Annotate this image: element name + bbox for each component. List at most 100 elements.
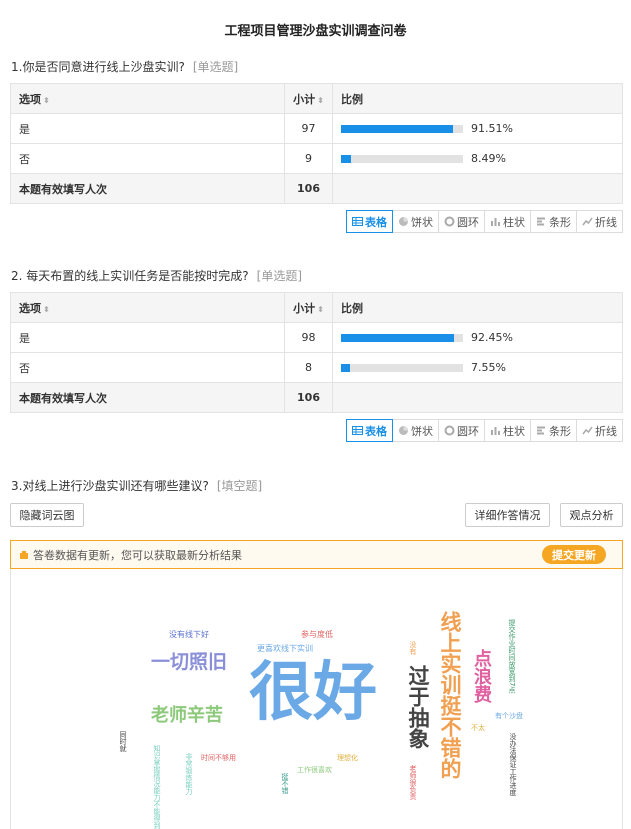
bar-chart-icon bbox=[537, 217, 545, 226]
count-header[interactable]: 小计 ⬍ bbox=[284, 83, 333, 114]
table-icon bbox=[352, 217, 363, 226]
column-chart-icon bbox=[491, 427, 500, 435]
cloud-word: 老师很负责 bbox=[409, 765, 417, 800]
cloud-word: 没有线下好 bbox=[169, 630, 209, 639]
cloud-word: 没办法保证工作进度 bbox=[509, 733, 517, 796]
cloud-word: 一切照旧 bbox=[151, 651, 228, 673]
cloud-word: 时间不够用 bbox=[201, 754, 236, 762]
cloud-word: 更喜欢线下实训 bbox=[257, 644, 313, 653]
count-cell: 9 bbox=[284, 143, 333, 174]
cloud-word: 线上实训挺不错的 bbox=[438, 611, 462, 779]
progress-bar bbox=[341, 124, 463, 133]
view-donut-button[interactable]: 圆环 bbox=[438, 210, 485, 233]
question-2-text: 2. 每天布置的线上实训任务是否能按时完成? bbox=[11, 269, 249, 283]
table-row: 是 97 91.51% bbox=[10, 113, 623, 144]
cloud-word: 没有 bbox=[409, 641, 417, 655]
total-count: 106 bbox=[284, 382, 333, 413]
cloud-word: 同时就 bbox=[119, 731, 127, 752]
question-1-text: 1.你是否同意进行线上沙盘实训? bbox=[11, 60, 185, 74]
view-pie-button[interactable]: 饼状 bbox=[392, 419, 439, 442]
table-row: 是 98 92.45% bbox=[10, 322, 623, 353]
cloud-word: 有个沙盘 bbox=[495, 712, 523, 720]
progress-bar bbox=[341, 333, 463, 342]
update-notice: 答卷数据有更新，您可以获取最新分析结果 提交更新 bbox=[10, 540, 623, 569]
cloud-word: 非常锻炼能力 bbox=[185, 753, 193, 795]
question-1-title: 1.你是否同意进行线上沙盘实训? [单选题] bbox=[11, 58, 238, 75]
question-2-title: 2. 每天布置的线上实训任务是否能按时完成? [单选题] bbox=[11, 267, 302, 284]
pie-icon bbox=[399, 217, 408, 226]
donut-icon bbox=[444, 216, 455, 227]
total-count: 106 bbox=[284, 173, 333, 204]
pie-icon bbox=[399, 426, 408, 435]
count-cell: 98 bbox=[284, 322, 333, 353]
view-pie-button[interactable]: 饼状 bbox=[392, 210, 439, 233]
ratio-header: 比例 bbox=[332, 83, 623, 114]
submit-update-button[interactable]: 提交更新 bbox=[542, 545, 606, 564]
question-3-text: 3.对线上进行沙盘实训还有哪些建议? bbox=[11, 479, 209, 493]
notice-text: 答卷数据有更新，您可以获取最新分析结果 bbox=[33, 548, 242, 562]
total-row: 本题有效填写人次 106 bbox=[10, 382, 623, 413]
percent-label: 7.55% bbox=[471, 361, 506, 374]
cloud-word: 很好 bbox=[249, 656, 377, 730]
view-bar-button[interactable]: 条形 bbox=[530, 210, 577, 233]
percent-label: 92.45% bbox=[471, 331, 513, 344]
cloud-word: 提交作业时间放宽到7点 bbox=[508, 619, 516, 694]
view-column-button[interactable]: 柱状 bbox=[484, 210, 531, 233]
table-row: 否 8 7.55% bbox=[10, 352, 623, 383]
option-header[interactable]: 选项 ⬍ bbox=[10, 292, 285, 323]
view-table-button[interactable]: 表格 bbox=[346, 210, 393, 233]
cloud-word: 知识掌握情况能力不能得到 bbox=[153, 745, 161, 829]
percent-label: 91.51% bbox=[471, 122, 513, 135]
question-2-type: [单选题] bbox=[256, 269, 303, 283]
cloud-word: 不太 bbox=[471, 724, 485, 732]
view-switcher: 表格 饼状 圆环 柱状 条形 折线 bbox=[346, 210, 623, 233]
sort-icon[interactable]: ⬍ bbox=[43, 305, 50, 314]
cloud-word: 理想化 bbox=[337, 754, 358, 762]
option-header[interactable]: 选项 ⬍ bbox=[10, 83, 285, 114]
total-row: 本题有效填写人次 106 bbox=[10, 173, 623, 204]
total-label: 本题有效填写人次 bbox=[10, 382, 285, 413]
view-switcher: 表格 饼状 圆环 柱状 条形 折线 bbox=[346, 419, 623, 442]
view-table-button[interactable]: 表格 bbox=[346, 419, 393, 442]
sort-icon[interactable]: ⬍ bbox=[317, 96, 324, 105]
cloud-word: 工作很喜欢 bbox=[297, 766, 332, 774]
page-title: 工程项目管理沙盘实训调查问卷 bbox=[224, 24, 407, 39]
count-header[interactable]: 小计 ⬍ bbox=[284, 292, 333, 323]
ratio-cell: 91.51% bbox=[332, 113, 623, 144]
line-chart-icon bbox=[582, 426, 593, 435]
opinion-analysis-button[interactable]: 观点分析 bbox=[560, 503, 623, 527]
cloud-word: 老师辛苦 bbox=[151, 705, 223, 726]
option-cell: 是 bbox=[10, 113, 285, 144]
ratio-cell: 8.49% bbox=[332, 143, 623, 174]
count-cell: 8 bbox=[284, 352, 333, 383]
percent-label: 8.49% bbox=[471, 152, 506, 165]
total-label: 本题有效填写人次 bbox=[10, 173, 285, 204]
view-column-button[interactable]: 柱状 bbox=[484, 419, 531, 442]
view-line-button[interactable]: 折线 bbox=[576, 210, 623, 233]
view-bar-button[interactable]: 条形 bbox=[530, 419, 577, 442]
notice-icon bbox=[20, 550, 28, 559]
column-chart-icon bbox=[491, 218, 500, 226]
sort-icon[interactable]: ⬍ bbox=[317, 305, 324, 314]
question-3-type: [填空题] bbox=[216, 479, 263, 493]
ratio-cell: 7.55% bbox=[332, 352, 623, 383]
donut-icon bbox=[444, 425, 455, 436]
progress-bar bbox=[341, 154, 463, 163]
sort-icon[interactable]: ⬍ bbox=[43, 96, 50, 105]
question-1-table: 选项 ⬍ 小计 ⬍ 比例 是 97 91.51% 否 9 8.49% 本题有效填写人… bbox=[10, 83, 623, 204]
bar-chart-icon bbox=[537, 426, 545, 435]
table-icon bbox=[352, 426, 363, 435]
ratio-cell: 92.45% bbox=[332, 322, 623, 353]
view-line-button[interactable]: 折线 bbox=[576, 419, 623, 442]
line-chart-icon bbox=[582, 217, 593, 226]
hide-wordcloud-button[interactable]: 隐藏词云图 bbox=[10, 503, 84, 527]
option-cell: 否 bbox=[10, 352, 285, 383]
option-cell: 是 bbox=[10, 322, 285, 353]
view-donut-button[interactable]: 圆环 bbox=[438, 419, 485, 442]
detail-answers-button[interactable]: 详细作答情况 bbox=[465, 503, 550, 527]
ratio-header: 比例 bbox=[332, 292, 623, 323]
word-cloud: 很好 一切照旧 老师辛苦 没有线下好 更喜欢线下实训 参与度低 线上实训挺不错的… bbox=[10, 569, 623, 829]
cloud-word: 过于抽象 bbox=[406, 665, 430, 749]
cloud-word: 点浪费 bbox=[471, 649, 492, 703]
count-cell: 97 bbox=[284, 113, 333, 144]
